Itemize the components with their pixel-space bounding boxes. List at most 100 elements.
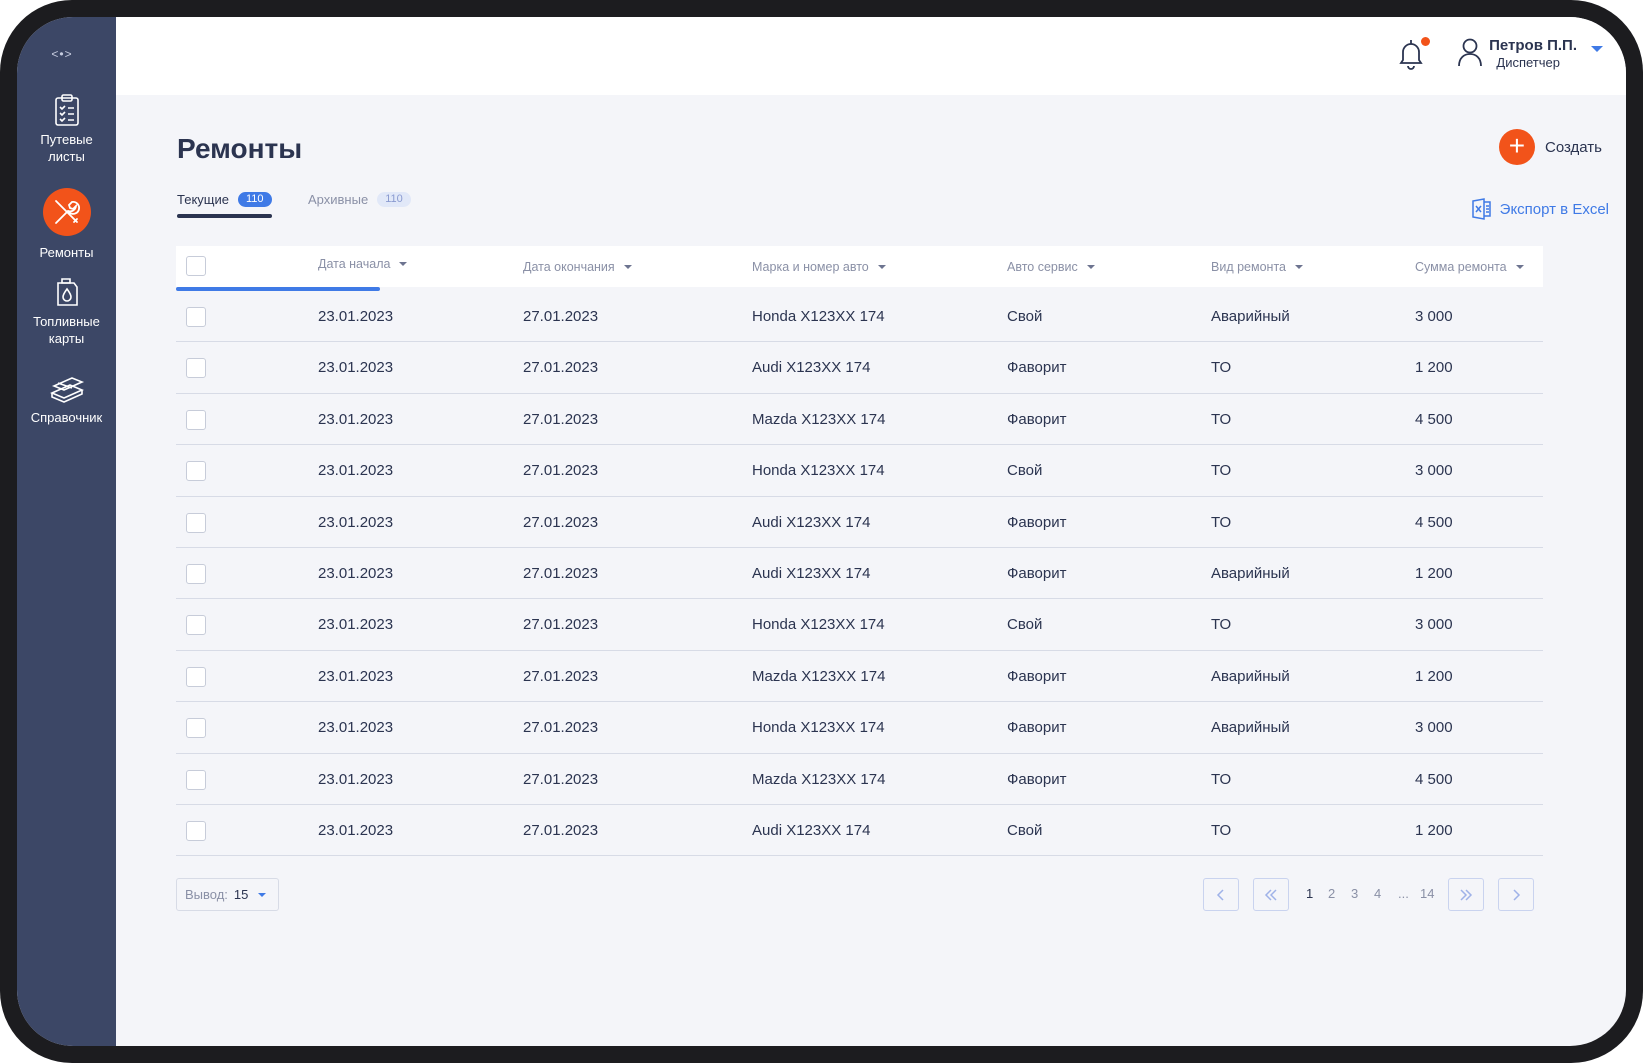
table-cell: ТО [1211,821,1232,839]
per-page-select[interactable]: Вывод: 15 [176,878,279,911]
table-row[interactable]: 23.01.2023 27.01.2023 Mazda X123XX 174 Фаво… [176,651,1543,703]
table-cell: Фаворит [1007,359,1067,377]
table-cell: Audi X123XX 174 [752,564,871,582]
row-checkbox[interactable] [186,512,206,533]
table-row[interactable]: 23.01.2023 27.01.2023 Honda X123XX 174 Фаво… [176,702,1543,754]
table-cell: 23.01.2023 [318,770,394,788]
row-checkbox[interactable] [186,358,206,379]
create-button[interactable]: + Создать [1498,129,1602,165]
column-header-repair-type[interactable]: Вид ремонта [1211,246,1303,287]
column-header-label: Вид ремонта [1211,259,1286,274]
table-row[interactable]: 23.01.2023 27.01.2023 Audi X123XX 174 Свой Т… [176,805,1543,857]
table-cell: Mazda X123XX 174 [752,410,886,428]
row-checkbox[interactable] [186,718,206,739]
sidebar-item-label: Справочник [30,410,103,425]
row-checkbox[interactable] [186,666,206,687]
table-row[interactable]: 23.01.2023 27.01.2023 Mazda X123XX 174 Фаво… [176,394,1543,446]
row-checkbox[interactable] [186,307,206,327]
table-cell: ТО [1211,359,1232,377]
export-excel-button[interactable]: Экспорт в Excel [1471,198,1609,220]
row-checkbox[interactable] [186,563,206,584]
table-cell: 4 500 [1415,410,1453,428]
table-row[interactable]: 23.01.2023 27.01.2023 Audi X123XX 174 Фавор… [176,548,1543,600]
column-header-service[interactable]: Авто сервис [1007,246,1095,287]
table-cell: 27.01.2023 [523,564,599,582]
tab-current[interactable]: Текущие 110 [177,189,272,209]
device-frame: <•> Путевые листы Ремонты Топливные карт… [0,0,1643,1063]
chevron-right-icon [1513,888,1521,901]
table-cell: Фаворит [1007,410,1067,428]
user-role: Диспетчер [1496,55,1560,70]
table-cell: Фаворит [1007,667,1067,685]
table-cell: Audi X123XX 174 [752,359,871,377]
column-header-amount[interactable]: Сумма ремонта [1415,246,1524,287]
table-row[interactable]: 23.01.2023 27.01.2023 Audi X123XX 174 Фавор… [176,342,1543,394]
row-checkbox[interactable] [186,615,206,636]
user-icon[interactable] [1457,37,1483,67]
table-cell: Свой [1007,821,1043,839]
page-number[interactable]: 14 [1420,886,1434,901]
page-title: Ремонты [177,133,303,164]
page-ellipsis: ... [1398,886,1409,901]
sidebar: <•> Путевые листы Ремонты Топливные карт… [17,17,116,1046]
table-cell: 23.01.2023 [318,616,394,634]
table-cell: Фаворит [1007,770,1067,788]
table-cell: 27.01.2023 [523,359,599,377]
table-cell: 27.01.2023 [523,770,599,788]
column-header-start-date[interactable]: Дата начала [318,243,408,284]
page-number[interactable]: 1 [1306,886,1313,901]
page-number[interactable]: 4 [1374,886,1381,901]
table-cell: 3 000 [1415,462,1453,480]
table-cell: Audi X123XX 174 [752,821,871,839]
table-row[interactable]: 23.01.2023 27.01.2023 Honda X123XX 174 Свой… [176,445,1543,497]
sidebar-item-repairs[interactable]: Ремонты [17,188,116,261]
column-header-end-date[interactable]: Дата окончания [523,246,632,287]
sidebar-item-label: карты [48,331,85,346]
first-page-button[interactable] [1253,878,1289,911]
sort-caret-icon [1294,264,1303,269]
select-all-checkbox[interactable] [186,256,206,276]
row-checkbox[interactable] [186,769,206,790]
table-cell: Audi X123XX 174 [752,513,871,531]
table-cell: ТО [1211,770,1232,788]
table-row[interactable]: 23.01.2023 27.01.2023 Honda X123XX 174 Свой… [176,599,1543,651]
tab-archive[interactable]: Архивные 110 [308,189,411,209]
row-checkbox[interactable] [186,461,206,482]
table-cell: 27.01.2023 [523,667,599,685]
tab-label: Текущие [177,191,229,207]
table-cell: 23.01.2023 [318,821,394,839]
row-checkbox[interactable] [186,409,206,430]
table-cell: ТО [1211,513,1232,531]
next-page-button[interactable] [1498,878,1534,911]
chevron-down-icon[interactable] [1591,46,1603,52]
table-cell: ТО [1211,410,1232,428]
prev-page-button[interactable] [1203,878,1239,911]
sidebar-item-reference[interactable]: Справочник [17,373,116,426]
column-header-car[interactable]: Марка и номер авто [752,246,886,287]
last-page-button[interactable] [1448,878,1484,911]
clipboard-icon [54,94,79,126]
sidebar-collapse-toggle[interactable]: <•> [47,47,77,63]
create-button-label: Создать [1544,138,1602,156]
notifications-button[interactable] [1396,37,1430,73]
excel-icon [1471,198,1491,220]
count-badge: 110 [377,191,411,207]
table-row[interactable]: 23.01.2023 27.01.2023 Honda X123XX 174 Свой… [176,291,1543,343]
table-cell: 3 000 [1415,308,1453,325]
table-row[interactable]: 23.01.2023 27.01.2023 Mazda X123XX 174 Фаво… [176,754,1543,805]
sidebar-item-waybills[interactable]: Путевые листы [17,93,116,165]
page-number[interactable]: 2 [1328,886,1335,901]
column-header-label: Марка и номер авто [752,259,869,274]
chevron-down-icon [258,892,267,897]
page-number[interactable]: 3 [1351,886,1358,901]
table-cell: ТО [1211,616,1232,634]
table-cell: 27.01.2023 [523,513,599,531]
notification-dot [1421,37,1430,46]
table-cell: 27.01.2023 [523,410,599,428]
sort-caret-icon [399,261,408,266]
double-chevron-left-icon [1264,888,1277,901]
sidebar-item-fuel-cards[interactable]: Топливные карты [17,275,116,347]
user-name[interactable]: Петров П.П. [1489,37,1577,54]
table-row[interactable]: 23.01.2023 27.01.2023 Audi X123XX 174 Фавор… [176,497,1543,548]
row-checkbox[interactable] [186,820,206,841]
